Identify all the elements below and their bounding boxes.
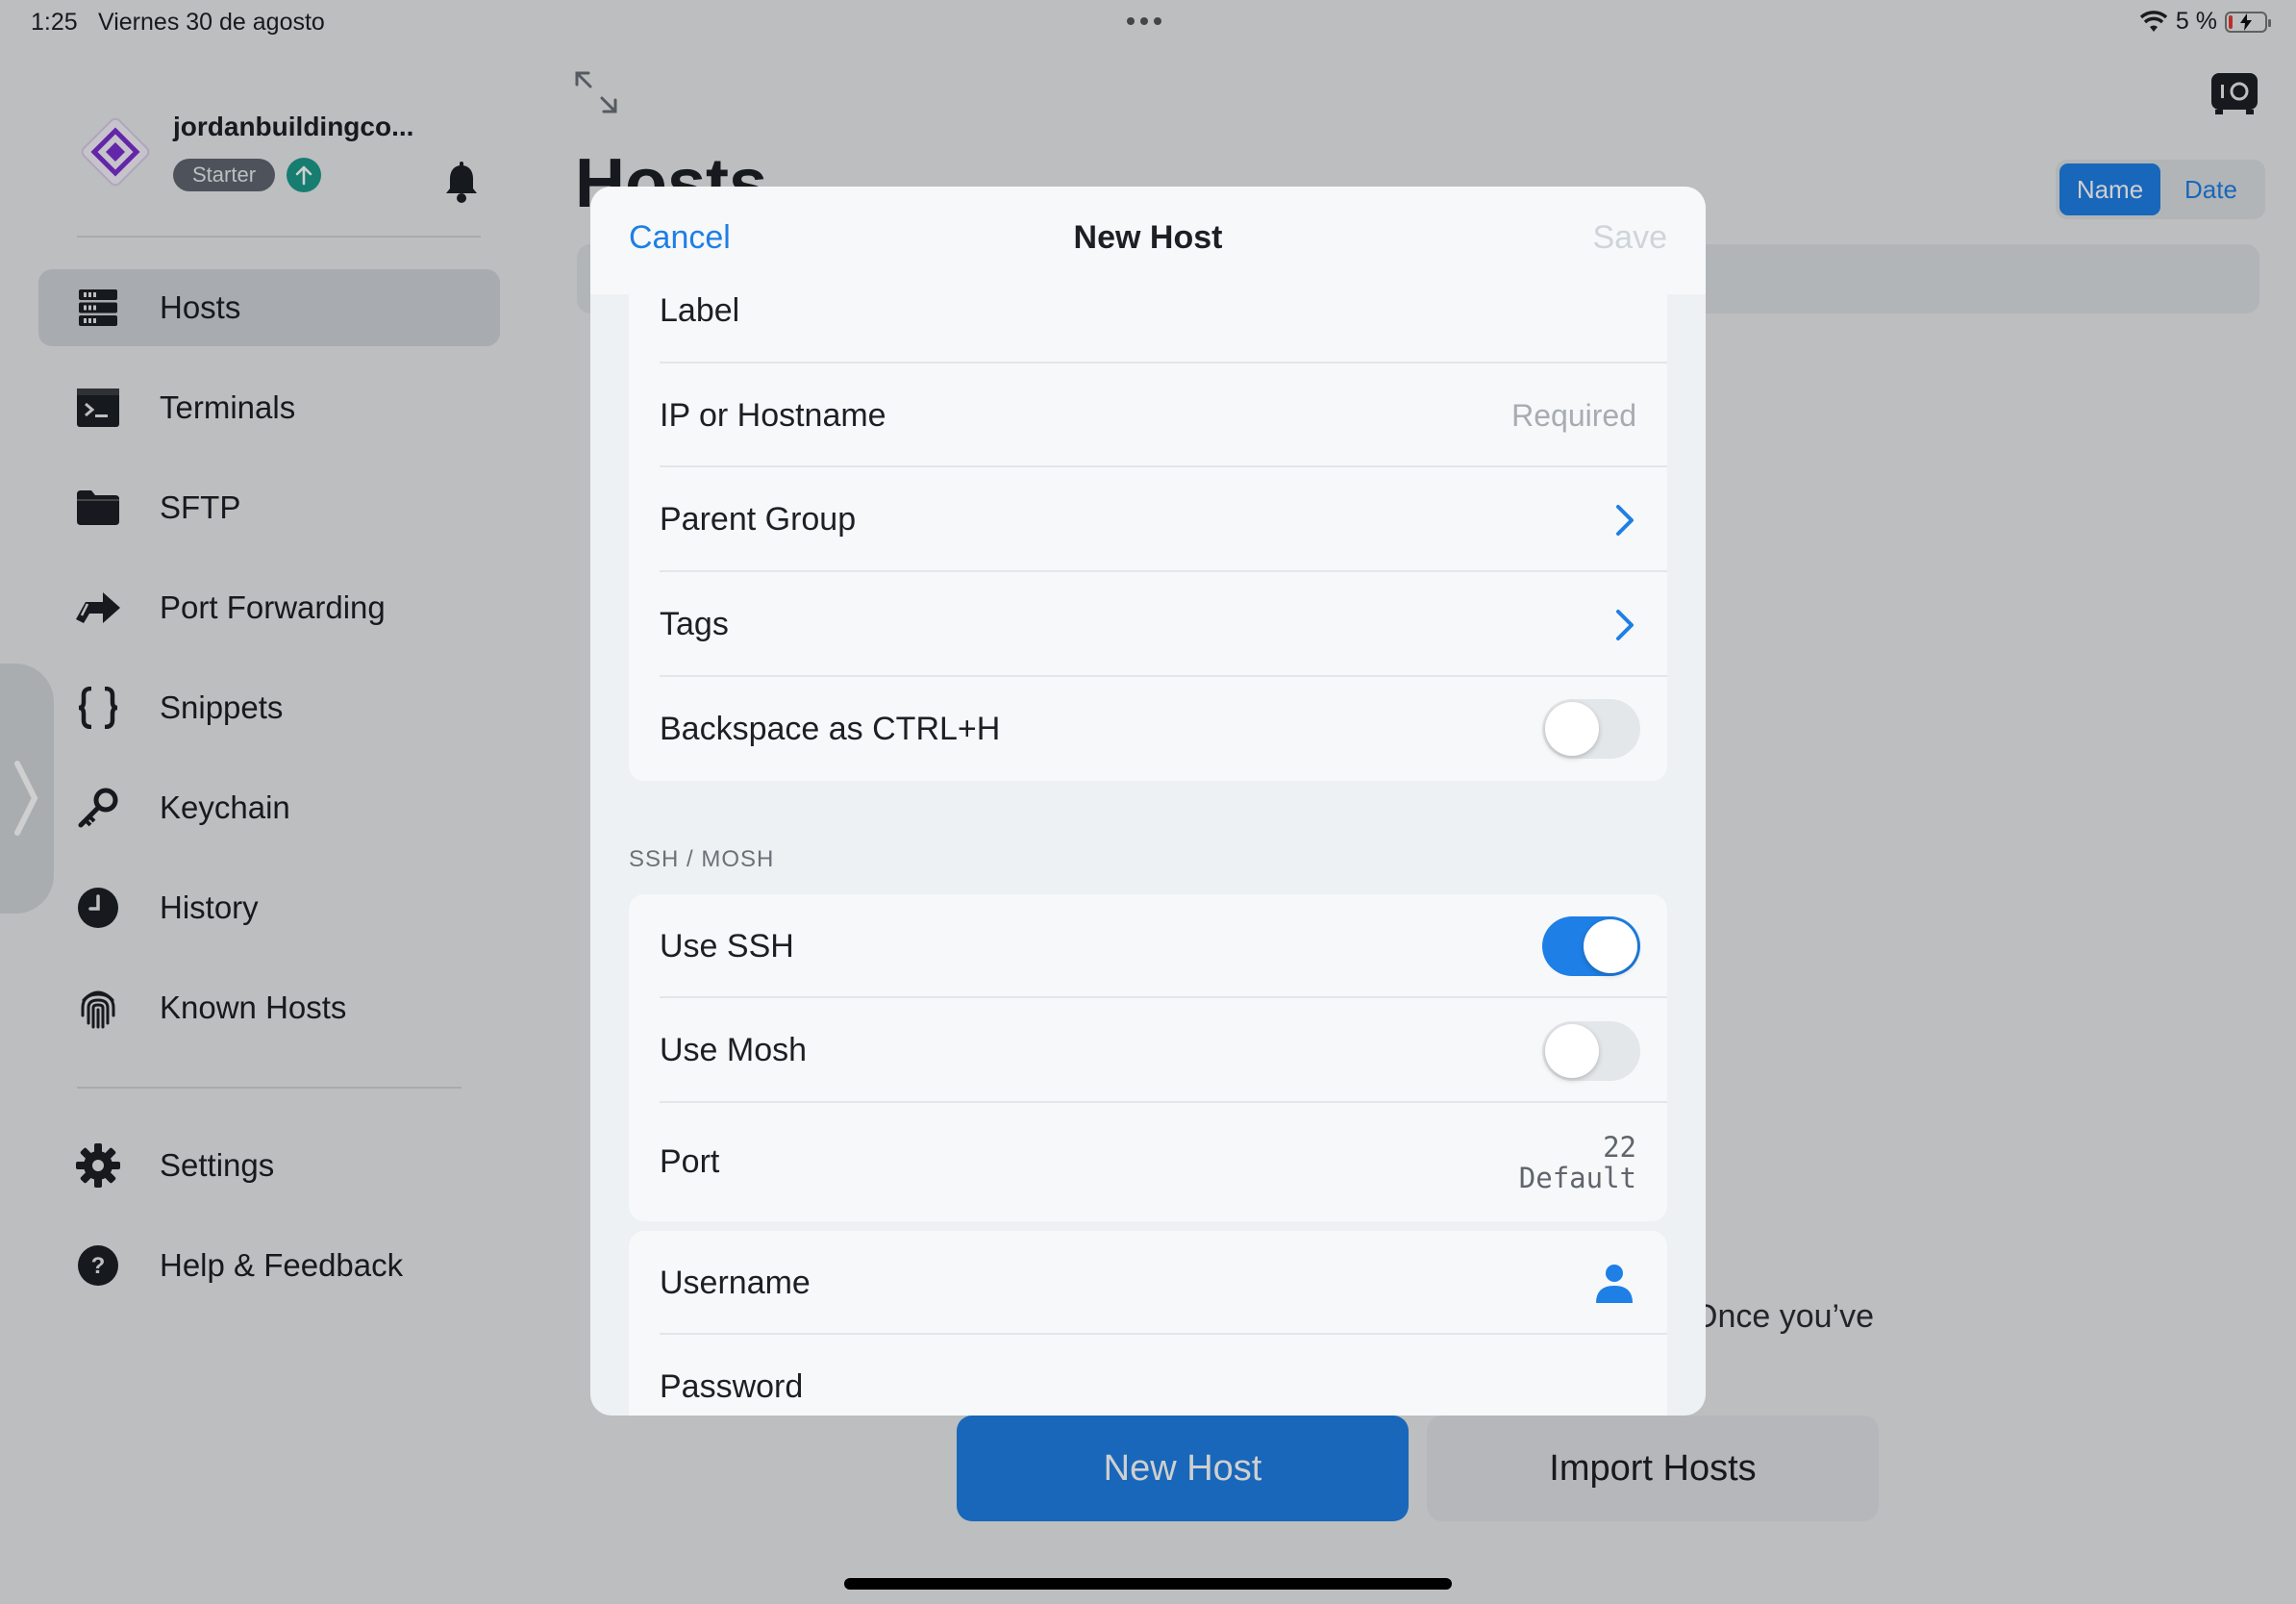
password-row[interactable]: Password <box>629 1335 1667 1416</box>
port-input[interactable]: 22 Default <box>1519 1132 1636 1193</box>
backspace-row: Backspace as CTRL+H <box>629 677 1667 781</box>
new-host-modal: Label IP or Hostname Required Parent Gro… <box>590 187 1706 1416</box>
credentials-group: Username Password <box>629 1231 1667 1416</box>
modal-title: New Host <box>1073 219 1223 256</box>
username-row[interactable]: Username <box>629 1231 1667 1335</box>
parent-group-label: Parent Group <box>660 501 857 538</box>
port-label: Port <box>660 1143 720 1180</box>
port-default-label: Default <box>1518 1161 1636 1194</box>
port-value: 22 <box>1603 1130 1636 1164</box>
use-ssh-label: Use SSH <box>660 927 794 965</box>
tags-row[interactable]: Tags <box>629 572 1667 677</box>
hostname-row[interactable]: IP or Hostname Required <box>629 363 1667 467</box>
use-mosh-row: Use Mosh <box>629 998 1667 1103</box>
hostname-label: IP or Hostname <box>660 396 886 434</box>
general-group: Label IP or Hostname Required Parent Gro… <box>629 244 1667 781</box>
home-indicator[interactable] <box>844 1578 1452 1590</box>
label-field-label: Label <box>660 292 740 329</box>
backspace-label: Backspace as CTRL+H <box>660 710 1001 747</box>
use-ssh-toggle[interactable] <box>1542 916 1640 976</box>
chevron-right-icon <box>1616 504 1634 536</box>
use-mosh-label: Use Mosh <box>660 1032 808 1068</box>
tags-label: Tags <box>660 606 729 642</box>
port-row[interactable]: Port 22 Default <box>629 1103 1667 1221</box>
use-ssh-row: Use SSH <box>629 894 1667 998</box>
hostname-input[interactable]: Required <box>1511 398 1636 434</box>
save-button[interactable]: Save <box>1593 219 1668 257</box>
parent-group-row[interactable]: Parent Group <box>629 467 1667 572</box>
use-mosh-toggle[interactable] <box>1542 1020 1640 1081</box>
person-icon[interactable] <box>1594 1263 1635 1303</box>
password-label: Password <box>660 1367 804 1405</box>
username-label: Username <box>660 1264 811 1301</box>
backspace-toggle[interactable] <box>1542 699 1640 759</box>
chevron-right-icon <box>1616 609 1634 640</box>
modal-header: Cancel New Host Save <box>590 187 1706 294</box>
ssh-group: Use SSH Use Mosh Port 22 Default <box>629 894 1667 1221</box>
ssh-section-header: SSH / MOSH <box>629 846 775 872</box>
